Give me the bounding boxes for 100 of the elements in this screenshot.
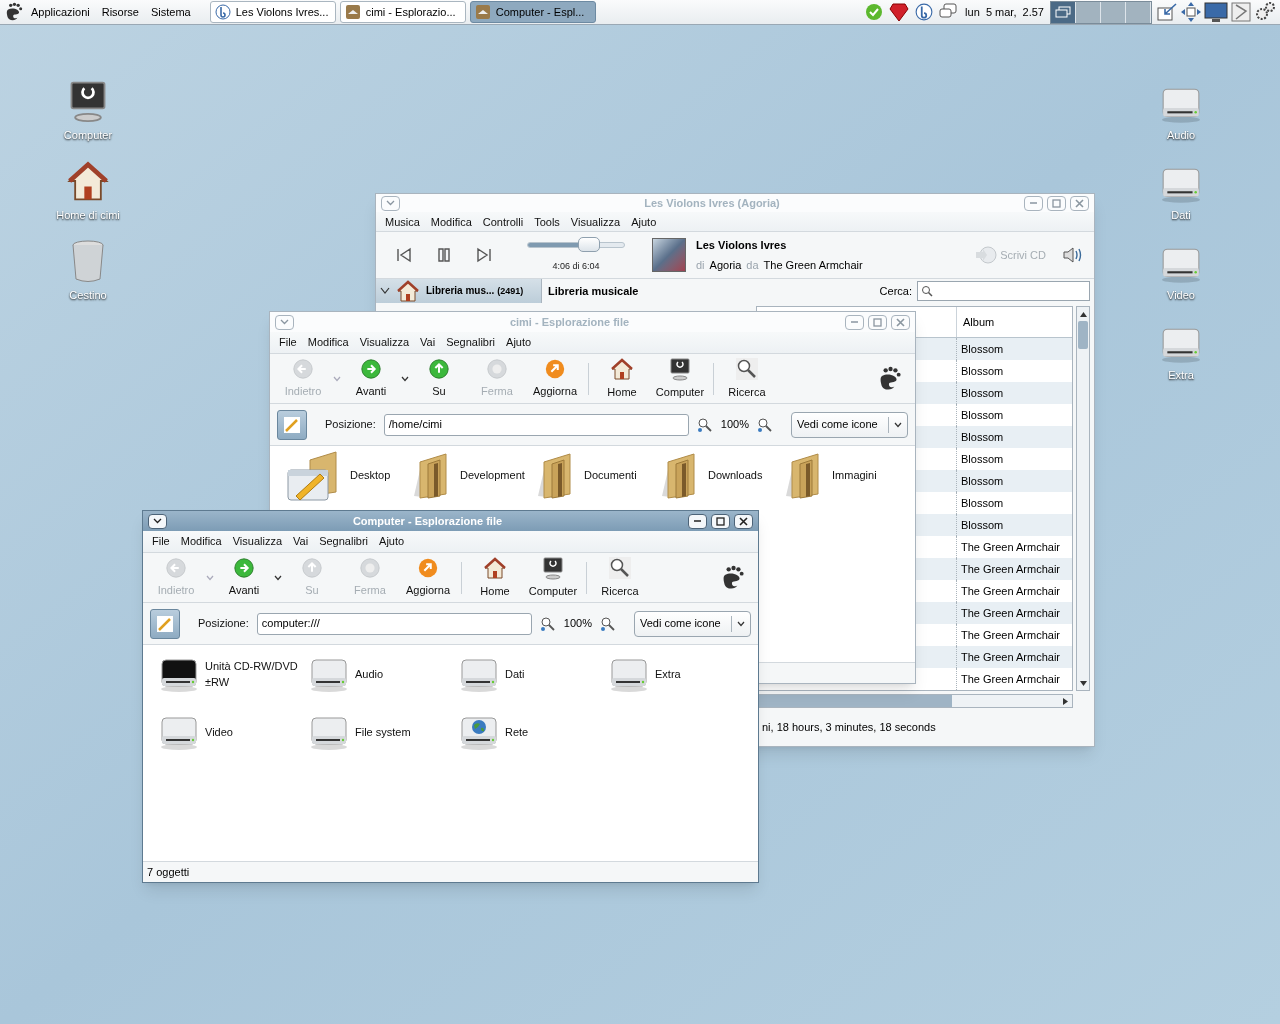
zoom-out-icon[interactable] [696, 416, 713, 433]
toolbar-button[interactable]: Ricerca [591, 555, 649, 600]
toolbar-button[interactable]: Aggiorna [399, 556, 457, 599]
move-arrows-icon[interactable] [1180, 1, 1202, 23]
menu-item[interactable]: Tools [529, 213, 565, 231]
file-icon-item[interactable]: File system [309, 707, 459, 757]
pencil-icon [283, 415, 301, 434]
drive-icon [309, 714, 349, 750]
table-cell-text: The Green Armchair [960, 562, 1062, 577]
menu-item[interactable]: Musica [380, 213, 425, 231]
view-dropdown[interactable]: Vedi come icone [791, 411, 908, 438]
location-field[interactable]: /home/cimi [383, 413, 689, 436]
menu-item[interactable]: Modifica [425, 213, 477, 231]
window-layout-icon[interactable] [1230, 1, 1252, 23]
menu-item[interactable]: Visualizza [227, 533, 288, 550]
minimize-button[interactable] [688, 513, 707, 529]
taskbar-button[interactable]: Computer - Espl... [469, 1, 596, 23]
close-button[interactable] [734, 513, 753, 529]
close-icon [896, 317, 905, 327]
scrollbar-thumb[interactable] [757, 695, 952, 707]
panel-menu[interactable]: Sistema [146, 3, 196, 21]
menu-item[interactable]: Segnalibri [441, 334, 501, 351]
toolbar-button[interactable]: Su [410, 357, 468, 400]
library-source[interactable]: Libreria mus... (2491) [376, 279, 542, 303]
toolbar-button[interactable]: Home [466, 555, 524, 600]
location-field[interactable]: computer:/// [256, 612, 532, 635]
menu-item[interactable]: Controlli [477, 213, 529, 231]
menu-item[interactable]: Modifica [302, 334, 354, 351]
menu-item[interactable]: Segnalibri [314, 533, 374, 550]
menu-item[interactable]: Vai [288, 533, 314, 550]
refresh-icon [544, 357, 566, 380]
chevron-down-icon [280, 319, 289, 325]
taskbar-button[interactable]: cimi - Esplorazio... [339, 1, 466, 23]
toolbar-button[interactable]: Home [593, 356, 651, 401]
toolbar-button[interactable]: Computer [524, 555, 582, 600]
menu-item[interactable]: File [274, 334, 302, 351]
toolbar-button[interactable]: Avanti [342, 357, 400, 400]
monitor-icon[interactable] [1204, 1, 1228, 23]
pause-icon [436, 247, 452, 264]
file-icon-item[interactable]: Rete [459, 707, 609, 757]
edit-location-button[interactable] [150, 608, 180, 639]
gears-icon[interactable] [1254, 1, 1276, 23]
status-text: 7 oggetti [147, 864, 190, 880]
chevron-down-icon [386, 200, 395, 207]
file-icon-item[interactable]: Documenti [534, 450, 658, 500]
panel-menu[interactable]: Risorse [96, 3, 144, 21]
table-cell-text: Blossom [960, 386, 1005, 401]
menu-item[interactable]: Visualizza [565, 213, 626, 231]
window-menu-button[interactable] [148, 513, 167, 529]
maximize-icon [1052, 198, 1061, 208]
menu-item[interactable]: Visualizza [354, 334, 415, 351]
taskbar-button[interactable]: Les Violons Ivres... [209, 1, 336, 23]
toolbar-button[interactable]: Computer [651, 356, 709, 401]
table-cell-text: Blossom [960, 408, 1005, 423]
file-icon-item[interactable]: Unità CD-RW/DVD ±RW [159, 649, 309, 699]
view-dropdown[interactable]: Vedi come icone [634, 610, 751, 637]
file-icon-item[interactable]: Dati [459, 649, 609, 699]
search-field[interactable] [917, 281, 1090, 301]
file-icon-item[interactable]: Immagini [782, 450, 906, 500]
panel-menu[interactable]: Applicazioni [26, 3, 95, 21]
zoom-level: 100% [720, 417, 749, 433]
clock[interactable]: lun 5 mar, 2.57 [965, 3, 1044, 21]
scrollbar-thumb[interactable] [1078, 321, 1088, 349]
menu-item[interactable]: Ajuto [626, 213, 662, 231]
toolbar-button[interactable]: Avanti [215, 556, 273, 599]
zoom-out-icon[interactable] [539, 615, 556, 632]
gem-icon[interactable] [889, 2, 910, 22]
menu-item[interactable]: Vai [415, 334, 441, 351]
horizontal-scrollbar[interactable] [756, 694, 1073, 708]
chevron-down-icon [333, 375, 341, 382]
menu-item[interactable]: Ajuto [501, 334, 537, 351]
music-app-icon[interactable] [915, 3, 934, 21]
workspace-switcher[interactable] [1050, 0, 1152, 24]
toolbar-button[interactable]: Aggiorna [526, 357, 584, 400]
speaker-icon[interactable] [1062, 245, 1084, 266]
status-text: ni, 18 hours, 3 minutes, 18 seconds [762, 719, 936, 735]
file-icon-item[interactable]: Development [410, 450, 534, 500]
file-icon-item[interactable]: Extra [609, 649, 759, 699]
track-title: Les Violons Ivres [696, 238, 788, 254]
expander-icon[interactable] [380, 287, 390, 295]
file-icon-item[interactable]: Video [159, 707, 309, 757]
edit-location-button[interactable] [277, 409, 307, 440]
menu-item[interactable]: Modifica [175, 533, 227, 550]
maximize-button[interactable] [711, 513, 730, 529]
window-arrow-icon[interactable] [1156, 2, 1178, 22]
file-icon-item[interactable]: Downloads [658, 450, 782, 500]
zoom-in-icon[interactable] [757, 416, 773, 433]
skip-back-icon [396, 247, 412, 264]
column-header[interactable]: Album [957, 307, 1072, 337]
menu-item[interactable]: File [147, 533, 175, 550]
zoom-level: 100% [563, 616, 592, 632]
vertical-scrollbar[interactable] [1076, 306, 1090, 691]
menu-item[interactable]: Ajuto [374, 533, 410, 550]
speech-bubbles-icon[interactable] [939, 3, 958, 21]
playback-time: 4:06 di 6:04 [552, 259, 600, 273]
toolbar-button[interactable]: Ricerca [718, 356, 776, 401]
file-icon-item[interactable]: Desktop [286, 450, 410, 500]
file-icon-item[interactable]: Audio [309, 649, 459, 699]
zoom-in-icon[interactable] [600, 615, 616, 632]
chat-status-icon[interactable] [865, 3, 884, 21]
